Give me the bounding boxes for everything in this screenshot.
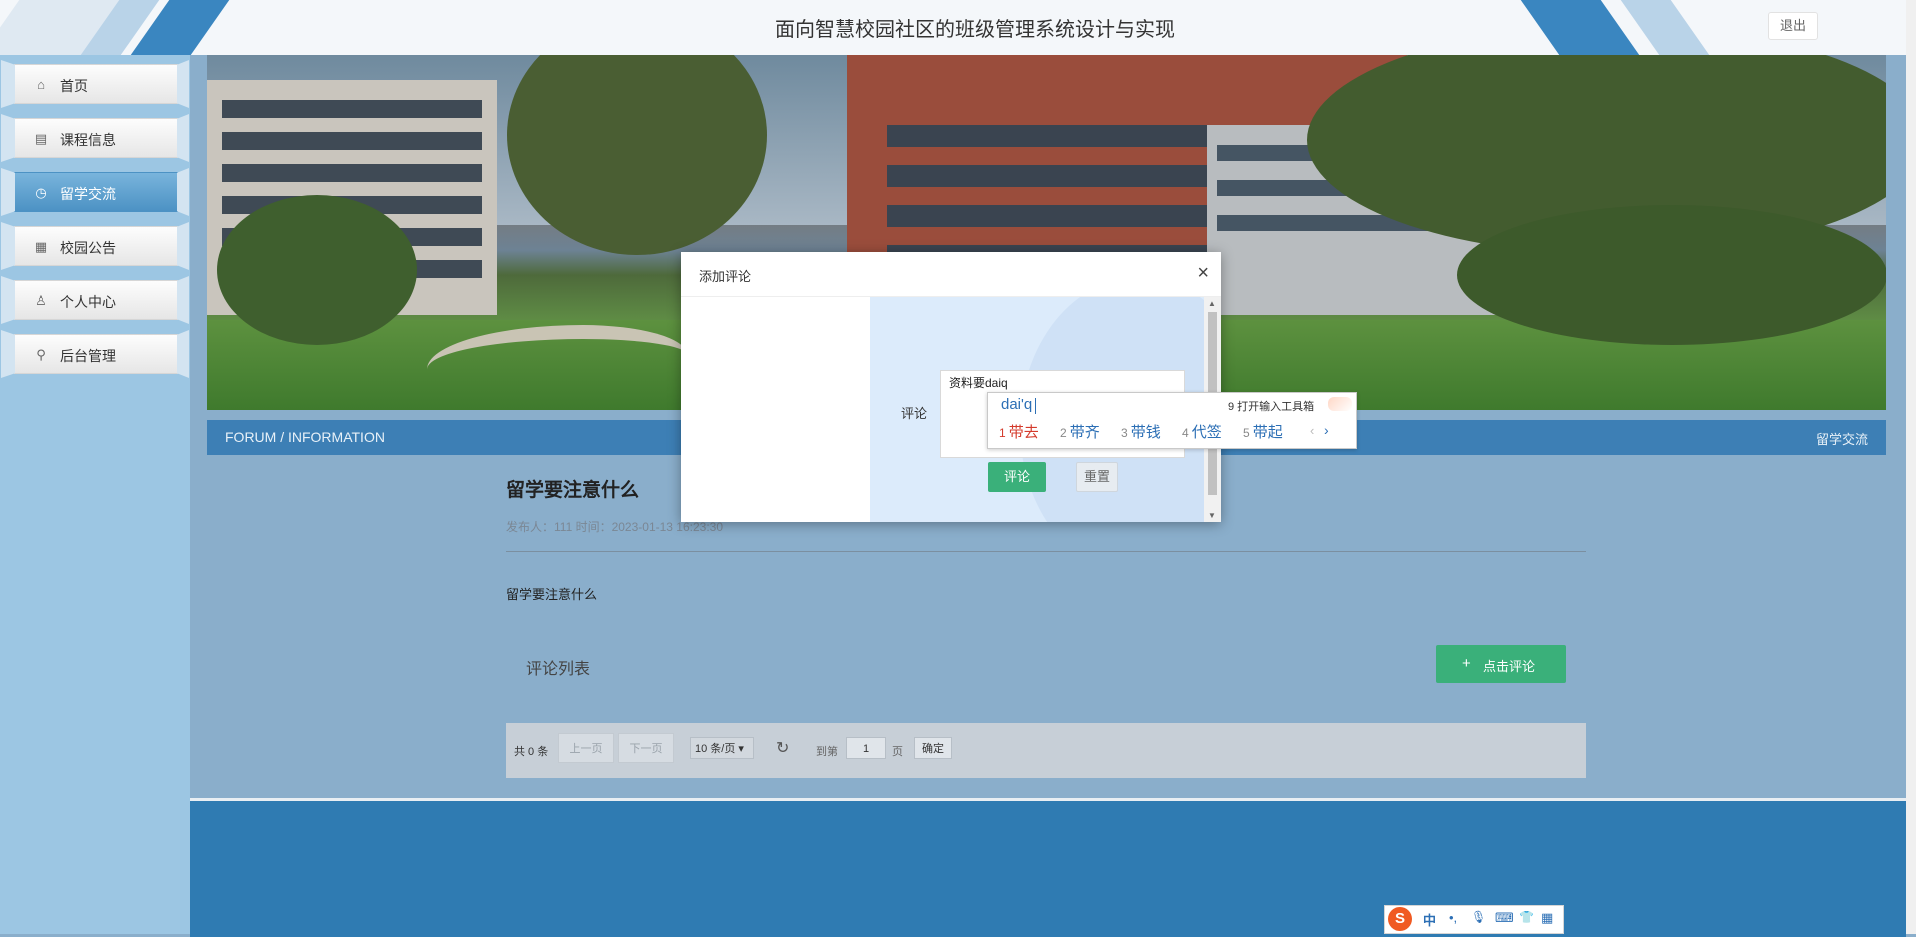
add-comment-button[interactable]: + 点击评论 [1436,645,1566,683]
top-header: 面向智慧校园社区的班级管理系统设计与实现 退出 [0,0,1916,55]
scroll-down-icon[interactable]: ▼ [1208,511,1216,520]
clock-icon: ◷ [35,185,47,200]
reset-button[interactable]: 重置 [1076,462,1118,492]
next-page-button[interactable]: 下一页 [618,733,674,763]
site-title: 面向智慧校园社区的班级管理系统设计与实现 [775,19,1175,41]
dialog-header: 添加评论 × [681,252,1221,297]
banner-tree [1457,205,1886,345]
post-body: 留学要注意什么 [506,587,598,602]
ime-candidate-window: dai'q 9 打开输入工具箱 1 带去 2 带齐 3 带钱 4 代签 5 带起 ‹ › [987,392,1357,449]
add-comment-label: 点击评论 [1483,659,1536,674]
ime-composition: dai'q [1001,396,1033,413]
pagination: 共 0 条 上一页 下一页 10 条/页 ▾ ↻ 到第 1 页 确定 [506,723,1586,778]
sogou-logo-icon[interactable]: S [1388,907,1412,931]
home-icon: ⌂ [37,77,45,92]
sidebar-item-label: 个人中心 [60,294,116,310]
ime-candidate[interactable]: 2 带齐 [1060,421,1100,442]
refresh-icon[interactable]: ↻ [776,738,789,758]
sidebar-item-profile[interactable]: ♙ 个人中心 [14,280,178,320]
divider [506,551,1586,552]
punctuation-icon[interactable]: •, [1449,910,1457,925]
comment-field-label: 评论 [901,406,928,421]
page-scrollbar[interactable] [1906,0,1916,934]
user-icon: ♙ [35,293,47,308]
sidebar-item-label: 后台管理 [60,348,116,364]
total-count: 共 0 条 [514,746,549,758]
microphone-icon[interactable]: 🎙 [1471,910,1486,924]
sidebar-item-courses[interactable]: ▤ 课程信息 [14,118,178,158]
sidebar-item-notices[interactable]: ▦ 校园公告 [14,226,178,266]
page-size-value: 10 条/页 [695,743,736,755]
apps-grid-icon[interactable]: ▦ [1541,910,1553,926]
link-icon: ⚲ [36,347,46,362]
goto-label: 到第 [816,746,838,758]
ime-toolbar: S 中 •, 🎙 ⌨ 👕 ▦ [1384,905,1564,934]
notice-icon: ▦ [34,239,48,254]
comment-list-title: 评论列表 [526,661,591,678]
banner-tree [507,55,767,255]
document-icon: ▤ [34,131,48,146]
post-title: 留学要注意什么 [506,480,640,501]
page-size-select[interactable]: 10 条/页 ▾ [690,737,754,759]
chevron-right-icon[interactable]: › [1324,422,1329,438]
close-icon[interactable]: × [1197,262,1209,285]
sidebar: ⌂ 首页 ▤ 课程信息 ◷ 留学交流 ▦ 校园公告 ♙ 个人中心 ⚲ 后台管理 [0,55,190,934]
scroll-up-icon[interactable]: ▲ [1208,299,1216,308]
footer [190,798,1906,937]
submit-comment-button[interactable]: 评论 [988,462,1046,492]
sidebar-item-label: 留学交流 [60,186,116,202]
text-caret [1035,398,1036,414]
sidebar-item-label: 首页 [60,78,88,94]
keyboard-icon[interactable]: ⌨ [1495,910,1514,926]
page-suffix: 页 [892,746,903,758]
sidebar-item-label: 课程信息 [60,132,116,148]
skin-icon[interactable]: 👕 [1519,910,1534,924]
sidebar-item-label: 校园公告 [60,240,116,256]
dialog-title: 添加评论 [699,269,752,284]
prev-page-button[interactable]: 上一页 [558,733,614,763]
confirm-page-button[interactable]: 确定 [914,737,952,759]
plus-icon: + [1462,655,1471,672]
sidebar-item-home[interactable]: ⌂ 首页 [14,64,178,104]
sidebar-item-admin[interactable]: ⚲ 后台管理 [14,334,178,374]
ime-candidate[interactable]: 1 带去 [999,421,1039,442]
breadcrumb[interactable]: 留学交流 [1816,429,1868,448]
logout-button[interactable]: 退出 [1768,12,1818,40]
ime-logo-icon [1328,397,1352,411]
ime-candidate[interactable]: 5 带起 [1243,421,1283,442]
forum-title: FORUM / INFORMATION [225,429,385,445]
ime-candidate[interactable]: 3 带钱 [1121,421,1161,442]
banner-tree [217,195,417,345]
input-mode-toggle[interactable]: 中 [1423,910,1436,929]
page-input[interactable]: 1 [846,737,886,759]
ime-toolbox-link[interactable]: 9 打开输入工具箱 [1228,398,1314,414]
sidebar-item-study-abroad[interactable]: ◷ 留学交流 [14,172,178,212]
ime-candidate[interactable]: 4 代签 [1182,421,1222,442]
chevron-left-icon[interactable]: ‹ [1310,423,1314,438]
